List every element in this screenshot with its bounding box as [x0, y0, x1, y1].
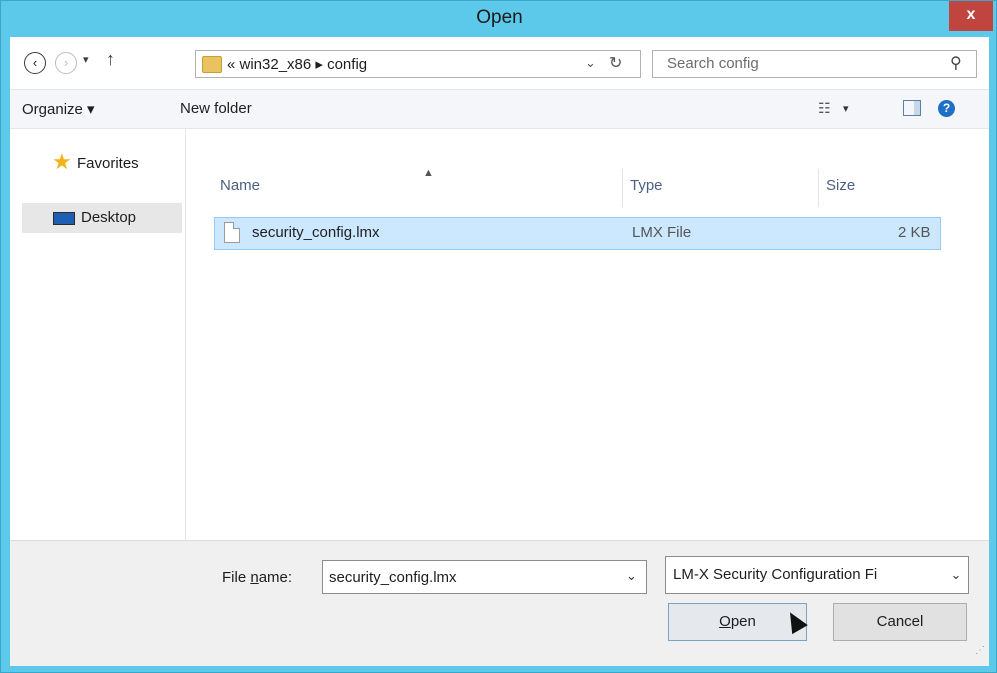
file-type-cell: LMX File — [632, 224, 692, 241]
open-label: pen — [730, 613, 756, 630]
column-header-type[interactable]: Type — [630, 177, 663, 194]
open-dialog: Open x ‹ › ▾ ↑ « win32_x86 ▸ config ⌄ ↻ … — [0, 0, 997, 673]
dialog-title: Open — [476, 7, 523, 28]
file-icon — [224, 222, 240, 243]
star-icon: ★ — [52, 149, 72, 174]
column-divider[interactable] — [818, 169, 819, 207]
column-header-row: ▲ Name Type Size — [212, 167, 942, 207]
file-size-cell: 2 KB — [898, 224, 931, 241]
file-name-chevron-icon[interactable]: ⌄ — [626, 568, 637, 584]
column-header-size[interactable]: Size — [826, 177, 855, 194]
preview-pane-icon[interactable] — [903, 100, 921, 116]
file-type-value: LM-X Security Configuration Fi — [673, 566, 878, 583]
view-options-icon[interactable]: ☷ — [818, 100, 831, 117]
dialog-client: ‹ › ▾ ↑ « win32_x86 ▸ config ⌄ ↻ Search … — [10, 37, 989, 666]
open-mnemonic: O — [719, 613, 731, 630]
column-header-name[interactable]: Name — [220, 177, 260, 194]
folder-icon — [202, 56, 222, 73]
file-selection-panel: File name: security_config.lmx ⌄ LM-X Se… — [10, 540, 989, 666]
address-history-chevron-icon[interactable]: ⌄ — [585, 55, 596, 71]
title-bar[interactable]: Open x — [1, 1, 997, 37]
file-name-label: File name: — [222, 569, 292, 586]
cancel-button[interactable]: Cancel — [833, 603, 967, 641]
file-name-combobox[interactable]: security_config.lmx ⌄ — [322, 560, 647, 594]
new-folder-button[interactable]: New folder — [180, 100, 252, 117]
file-type-select[interactable]: LM-X Security Configuration Fi ⌄ — [665, 556, 969, 594]
search-input[interactable]: Search config — [667, 55, 759, 72]
recent-locations-chevron-icon[interactable]: ▾ — [83, 53, 89, 66]
file-name-cell: security_config.lmx — [252, 224, 380, 241]
close-button[interactable]: x — [949, 1, 993, 31]
resize-grip-icon[interactable]: ⋰ — [975, 645, 985, 656]
sidebar-item-label: Favorites — [77, 155, 139, 172]
search-box[interactable]: Search config ⚲ — [652, 50, 977, 78]
address-path[interactable]: « win32_x86 ▸ config — [227, 55, 367, 73]
file-name-label-text: File — [222, 569, 251, 586]
file-row[interactable]: security_config.lmx LMX File 2 KB — [214, 217, 941, 250]
sidebar-item-desktop[interactable]: Desktop — [22, 203, 182, 233]
column-divider[interactable] — [622, 169, 623, 207]
command-toolbar: Organize ▾ New folder ☷ ▾ ? — [10, 89, 989, 129]
file-list[interactable]: ▲ Name Type Size security_config.lmx LMX… — [187, 129, 989, 540]
file-type-chevron-icon[interactable]: ⌄ — [946, 567, 966, 583]
forward-button[interactable]: › — [55, 52, 77, 74]
file-name-label-mnemonic: n — [250, 569, 259, 586]
sidebar-item-label: Desktop — [81, 209, 137, 226]
navigation-pane: ★ Favorites Desktop — [10, 129, 186, 540]
desktop-icon — [53, 212, 75, 225]
organize-menu-button[interactable]: Organize ▾ — [22, 100, 95, 118]
file-name-label-text: ame: — [258, 569, 293, 586]
address-bar[interactable]: « win32_x86 ▸ config ⌄ ↻ — [195, 50, 641, 78]
navigation-bar: ‹ › ▾ ↑ « win32_x86 ▸ config ⌄ ↻ Search … — [10, 37, 989, 89]
sort-ascending-icon: ▲ — [423, 167, 434, 179]
back-button[interactable]: ‹ — [24, 52, 46, 74]
file-name-field[interactable]: security_config.lmx — [329, 569, 457, 586]
help-icon[interactable]: ? — [938, 100, 955, 117]
view-dropdown-chevron-icon[interactable]: ▾ — [843, 102, 849, 115]
search-icon[interactable]: ⚲ — [950, 53, 962, 73]
refresh-icon[interactable]: ↻ — [609, 53, 622, 73]
up-arrow-icon[interactable]: ↑ — [106, 49, 115, 70]
